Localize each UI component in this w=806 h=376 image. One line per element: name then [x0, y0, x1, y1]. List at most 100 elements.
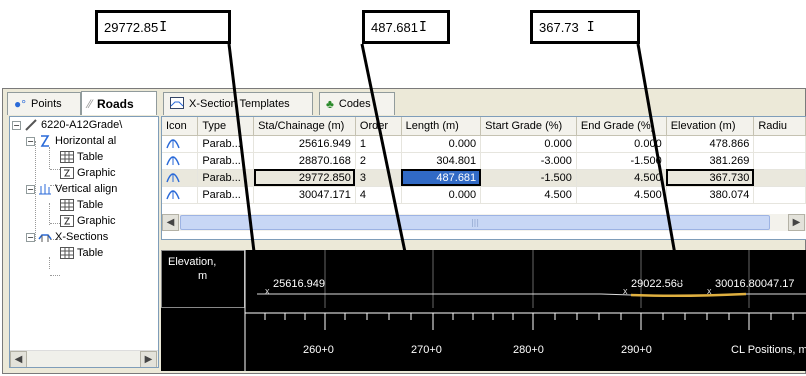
scroll-left-icon[interactable]: ◀	[162, 214, 179, 231]
profile-graph	[244, 250, 806, 371]
tree-item-vertical-label: Vertical align	[55, 183, 118, 195]
column-header-chainage[interactable]: Sta/Chainage (m)	[253, 117, 356, 136]
tab-x-section-templates-label: X-Section Templates	[189, 98, 290, 110]
codes-icon: ♣	[326, 97, 334, 111]
cell-start-grade[interactable]: -3.000	[480, 152, 577, 170]
collapse-icon[interactable]: −	[26, 232, 35, 242]
scrollbar-thumb[interactable]: |||	[180, 215, 770, 230]
cell-start-grade[interactable]: 4.500	[480, 186, 577, 204]
table-row[interactable]: Parab... 28870.168 2 304.801 -3.000 -1.5…	[162, 152, 806, 170]
axis-tick-label: 260+0	[303, 344, 334, 356]
cell-chainage[interactable]: 30047.171	[253, 186, 356, 204]
column-header-end-grade[interactable]: End Grade (%)	[576, 117, 667, 136]
cell-chainage[interactable]: 28870.168	[253, 152, 356, 170]
tree-item-label: Table	[77, 151, 104, 163]
cell-end-grade[interactable]: 0.000	[576, 135, 667, 153]
tab-x-section-templates[interactable]: X-Section Templates	[163, 92, 313, 115]
table-icon	[60, 151, 74, 163]
cell-end-grade[interactable]: 4.500	[576, 169, 667, 187]
table-row-selected[interactable]: Parab... 29772.850 3 487.681 -1.500 4.50…	[162, 169, 806, 187]
cell-start-grade[interactable]: -1.500	[480, 169, 577, 187]
cell-type[interactable]: Parab...	[197, 152, 255, 170]
chainage-callout: 29772.85 I	[95, 10, 231, 44]
tree-item-label: Table	[77, 247, 104, 259]
cell-chainage[interactable]: 29772.850	[253, 169, 356, 187]
cell-elevation[interactable]: 380.074	[666, 186, 755, 204]
chainage-callout-value: 29772.85	[104, 19, 159, 35]
cell-type[interactable]: Parab...	[197, 135, 255, 153]
tree-item-root[interactable]: − 6220-A12Grade\	[12, 117, 122, 133]
cell-order[interactable]: 2	[355, 152, 402, 170]
cell-length[interactable]: 0.000	[401, 135, 482, 153]
pvi-marker: x	[623, 286, 628, 296]
tab-roads[interactable]: ⁄⁄ Roads	[81, 91, 157, 115]
column-header-type[interactable]: Type	[197, 117, 255, 136]
column-header-length[interactable]: Length (m)	[401, 117, 482, 136]
table-row[interactable]: Parab... 30047.171 4 0.000 4.500 4.500 3…	[162, 186, 806, 204]
horizontal-alignment-icon	[38, 135, 52, 147]
table-row[interactable]: Parab... 25616.949 1 0.000 0.000 0.000 4…	[162, 135, 806, 153]
tree-item-vertical-table[interactable]: Table	[60, 197, 103, 213]
cell-order[interactable]: 1	[355, 135, 402, 153]
cell-end-grade[interactable]: -1.500	[576, 152, 667, 170]
road-tree: − 6220-A12Grade\ − Horizontal al Table G…	[9, 116, 159, 368]
column-header-order[interactable]: Order	[355, 117, 402, 136]
profile-view[interactable]: Elevation, m x 25616.949 x 29022.568 x 3…	[161, 250, 806, 371]
tree-item-x-sections[interactable]: − X-Sections	[26, 229, 108, 245]
tree-item-x-sections-label: X-Sections	[55, 231, 109, 243]
column-header-elevation[interactable]: Elevation (m)	[666, 117, 755, 136]
tab-roads-label: Roads	[97, 96, 134, 111]
roads-window: ●° Points ⁄⁄ Roads X-Section Templates ♣…	[2, 88, 806, 374]
text-cursor-icon: I	[586, 19, 595, 35]
cell-length[interactable]: 0.000	[401, 186, 482, 204]
tree-item-horizontal-table[interactable]: Table	[60, 149, 103, 165]
table-icon	[60, 199, 74, 211]
cell-length[interactable]: 304.801	[401, 152, 482, 170]
tree-item-vertical-graphic[interactable]: Graphic	[60, 213, 116, 229]
cell-elevation[interactable]: 478.866	[666, 135, 755, 153]
vertical-alignment-icon	[38, 183, 52, 195]
collapse-icon[interactable]: −	[26, 184, 35, 194]
axis-tick-label: 270+0	[411, 344, 442, 356]
tree-item-horizontal-graphic[interactable]: Graphic	[60, 165, 116, 181]
pvi-label-2: 29022.568	[631, 278, 683, 290]
cell-radius[interactable]	[753, 135, 806, 153]
grid-horizontal-scrollbar[interactable]: ◀ ||| ▶	[162, 214, 806, 231]
cell-order[interactable]: 4	[355, 186, 402, 204]
tree-horizontal-scrollbar[interactable]: ◀ ▶	[10, 350, 158, 367]
cell-start-grade[interactable]: 0.000	[480, 135, 577, 153]
length-callout: 487.681 I	[362, 10, 450, 44]
tree-item-vertical-alignment[interactable]: − Vertical align	[26, 181, 117, 197]
cell-radius[interactable]	[753, 169, 806, 187]
tree-item-horizontal-alignment[interactable]: − Horizontal al	[26, 133, 116, 149]
pvi-marker: x	[265, 286, 270, 296]
parabola-icon	[162, 169, 199, 187]
scroll-right-icon[interactable]: ▶	[788, 214, 805, 231]
cell-radius[interactable]	[753, 186, 806, 204]
cell-chainage[interactable]: 25616.949	[253, 135, 356, 153]
scroll-right-icon[interactable]: ▶	[140, 351, 157, 367]
cell-length-editing[interactable]: 487.681	[401, 169, 482, 187]
data-table: Icon Type Sta/Chainage (m) Order Length …	[162, 117, 806, 204]
tab-points[interactable]: ●° Points	[7, 92, 81, 115]
collapse-icon[interactable]: −	[12, 120, 21, 130]
parabola-icon	[162, 135, 199, 153]
cell-elevation[interactable]: 367.730	[666, 169, 755, 187]
tree-item-x-sections-table[interactable]: Table	[60, 245, 103, 261]
collapse-icon[interactable]: −	[26, 136, 35, 146]
graphic-icon	[60, 167, 74, 179]
column-header-icon[interactable]: Icon	[162, 117, 199, 136]
cell-type[interactable]: Parab...	[197, 169, 255, 187]
cell-end-grade[interactable]: 4.500	[576, 186, 667, 204]
cell-radius[interactable]	[753, 152, 806, 170]
cell-type[interactable]: Parab...	[197, 186, 255, 204]
tree-item-horizontal-label: Horizontal al	[55, 135, 117, 147]
tab-codes[interactable]: ♣ Codes	[319, 92, 395, 115]
column-header-radius[interactable]: Radiu	[753, 117, 806, 136]
text-cursor-icon: I	[159, 19, 168, 35]
cell-order[interactable]: 3	[355, 169, 402, 187]
tab-points-label: Points	[31, 98, 62, 110]
cell-elevation[interactable]: 381.269	[666, 152, 755, 170]
scroll-left-icon[interactable]: ◀	[10, 351, 27, 367]
column-header-start-grade[interactable]: Start Grade (%)	[480, 117, 577, 136]
